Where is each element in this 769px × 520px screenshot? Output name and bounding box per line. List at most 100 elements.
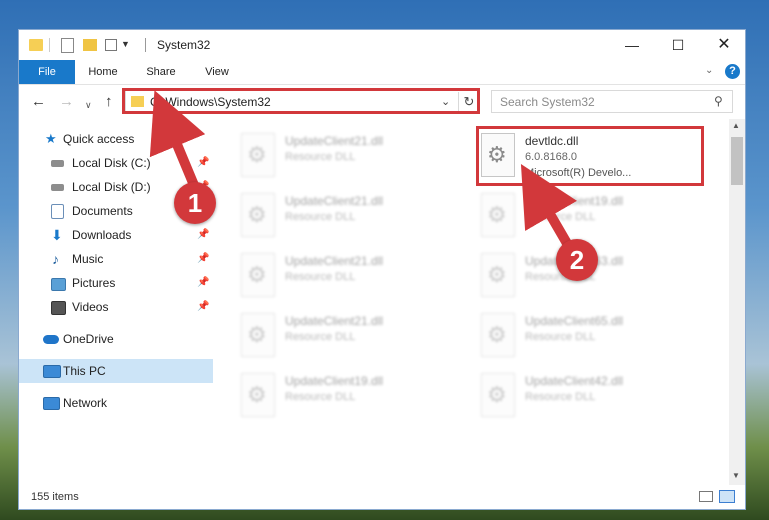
view-icon[interactable] bbox=[105, 39, 117, 51]
pin-icon[interactable]: 📌 bbox=[197, 247, 209, 271]
search-input[interactable] bbox=[492, 91, 710, 112]
help-icon[interactable]: ? bbox=[725, 64, 740, 79]
file-type: Resource DLL bbox=[285, 151, 356, 163]
up-arrow-icon[interactable]: ↑ bbox=[105, 94, 113, 110]
details-view-icon[interactable] bbox=[699, 491, 713, 502]
pin-icon[interactable]: 📌 bbox=[197, 223, 209, 247]
download-icon: ⬇ bbox=[51, 227, 63, 243]
music-icon: ♪ bbox=[52, 251, 59, 267]
network-icon bbox=[43, 397, 60, 410]
file-item[interactable]: ⚙ UpdateClient21.dll Resource DLL bbox=[237, 189, 437, 247]
file-name: UpdateClient21.dll bbox=[285, 314, 384, 328]
sidebar-item-this-pc[interactable]: This PC bbox=[19, 359, 213, 383]
status-bar: 155 items bbox=[19, 486, 745, 509]
navigation-pane: ★ Quick access Local Disk (C:) 📌 Local D… bbox=[19, 119, 215, 485]
sidebar-item-label: This PC bbox=[63, 364, 106, 378]
title-bar: ▼ System32 — ☐ ✕ bbox=[19, 30, 745, 60]
sidebar-item-music[interactable]: ♪ Music 📌 bbox=[19, 247, 213, 271]
sidebar-item-pictures[interactable]: Pictures 📌 bbox=[19, 271, 213, 295]
properties-icon[interactable] bbox=[61, 38, 74, 53]
pin-icon[interactable]: 📌 bbox=[197, 295, 209, 319]
file-item[interactable]: ⚙ UpdateClient42.dll Resource DLL bbox=[477, 369, 677, 427]
sidebar-item-local-disk-c[interactable]: Local Disk (C:) 📌 bbox=[19, 151, 213, 175]
ribbon: File Home Share View ⌄ ? bbox=[19, 60, 745, 85]
tab-file[interactable]: File bbox=[19, 60, 75, 84]
step-marker-1: 1 bbox=[174, 182, 216, 224]
star-icon: ★ bbox=[45, 131, 57, 146]
close-button[interactable]: ✕ bbox=[701, 30, 747, 60]
file-item[interactable]: ⚙ UpdateClient19.dll Resource DLL bbox=[237, 369, 437, 427]
item-count: 155 items bbox=[31, 491, 79, 503]
recent-locations-icon[interactable]: ∨ bbox=[85, 97, 92, 113]
file-name: UpdateClient65.dll bbox=[525, 314, 624, 328]
file-type: Resource DLL bbox=[285, 271, 356, 283]
file-type: Resource DLL bbox=[525, 211, 596, 223]
sidebar-item-label: Quick access bbox=[63, 132, 135, 146]
pin-icon[interactable]: 📌 bbox=[197, 271, 209, 295]
sidebar-item-label: Documents bbox=[72, 204, 133, 218]
dll-file-icon: ⚙ bbox=[481, 313, 515, 357]
file-name: UpdateClient21.dll bbox=[285, 134, 384, 148]
file-highlight-box bbox=[476, 126, 704, 186]
address-row: ← → ∨ ↑ C:\Windows\System32 ⌄ ↻ ⚲ bbox=[19, 85, 745, 119]
scroll-down-icon[interactable]: ▼ bbox=[732, 471, 740, 480]
drive-icon bbox=[51, 184, 64, 191]
minimize-button[interactable]: — bbox=[609, 30, 655, 60]
sidebar-item-onedrive[interactable]: OneDrive bbox=[19, 327, 213, 351]
scroll-thumb[interactable] bbox=[731, 137, 743, 185]
file-type: Resource DLL bbox=[525, 391, 596, 403]
dll-file-icon: ⚙ bbox=[241, 373, 275, 417]
divider bbox=[49, 38, 50, 52]
dll-file-icon: ⚙ bbox=[481, 253, 515, 297]
back-arrow-icon[interactable]: ← bbox=[31, 94, 46, 110]
sidebar-item-label: Downloads bbox=[72, 228, 132, 242]
videos-icon bbox=[51, 301, 66, 315]
sidebar-item-label: Pictures bbox=[72, 276, 116, 290]
documents-icon bbox=[51, 204, 64, 219]
sidebar-item-label: Local Disk (D:) bbox=[72, 180, 151, 194]
quick-access-dropdown-icon[interactable]: ▼ bbox=[121, 39, 130, 49]
tab-share[interactable]: Share bbox=[139, 60, 183, 84]
search-icon[interactable]: ⚲ bbox=[714, 94, 723, 108]
pin-icon[interactable]: 📌 bbox=[197, 151, 209, 175]
file-name: UpdateClient21.dll bbox=[285, 194, 384, 208]
tiles-view-icon[interactable] bbox=[719, 490, 735, 503]
file-type: Resource DLL bbox=[285, 331, 356, 343]
file-item[interactable]: ⚙ UpdateClient21.dll Resource DLL bbox=[237, 249, 437, 307]
expand-ribbon-icon[interactable]: ⌄ bbox=[705, 65, 713, 76]
sidebar-item-label: Videos bbox=[72, 300, 109, 314]
tab-view[interactable]: View bbox=[195, 60, 239, 84]
tab-home[interactable]: Home bbox=[81, 60, 125, 84]
dll-file-icon: ⚙ bbox=[481, 193, 515, 237]
file-name: UpdateClient21.dll bbox=[285, 254, 384, 268]
scroll-up-icon[interactable]: ▲ bbox=[732, 121, 740, 130]
sidebar-item-network[interactable]: Network bbox=[19, 391, 213, 415]
dll-file-icon: ⚙ bbox=[241, 133, 275, 177]
dll-file-icon: ⚙ bbox=[241, 313, 275, 357]
file-item[interactable]: ⚙ UpdateClient21.dll Resource DLL bbox=[237, 309, 437, 367]
sidebar-item-quick-access[interactable]: ★ Quick access bbox=[19, 127, 213, 151]
cloud-icon bbox=[43, 335, 59, 344]
file-type: Resource DLL bbox=[285, 391, 356, 403]
sidebar-item-downloads[interactable]: ⬇ Downloads 📌 bbox=[19, 223, 213, 247]
sidebar-item-label: Local Disk (C:) bbox=[72, 156, 151, 170]
drive-icon bbox=[51, 160, 64, 167]
vertical-scrollbar[interactable]: ▲ ▼ bbox=[729, 119, 745, 485]
forward-arrow-icon[interactable]: → bbox=[59, 94, 74, 110]
computer-icon bbox=[43, 365, 61, 378]
sidebar-item-label: Network bbox=[63, 396, 108, 410]
file-item[interactable]: ⚙ UpdateClient21.dll Resource DLL bbox=[237, 129, 437, 187]
file-name: UpdateClient42.dll bbox=[525, 374, 624, 388]
sidebar-item-label: Music bbox=[72, 252, 104, 266]
dll-file-icon: ⚙ bbox=[241, 253, 275, 297]
pictures-icon bbox=[51, 278, 66, 291]
file-type: Resource DLL bbox=[525, 331, 596, 343]
folder-icon bbox=[29, 39, 43, 51]
new-folder-icon[interactable] bbox=[83, 39, 97, 51]
sidebar-item-videos[interactable]: Videos 📌 bbox=[19, 295, 213, 319]
file-item[interactable]: ⚙ UpdateClient65.dll Resource DLL bbox=[477, 309, 677, 367]
search-box[interactable]: ⚲ bbox=[491, 90, 733, 113]
maximize-button[interactable]: ☐ bbox=[655, 30, 701, 60]
address-highlight-box bbox=[122, 88, 480, 114]
file-type: Resource DLL bbox=[285, 211, 356, 223]
